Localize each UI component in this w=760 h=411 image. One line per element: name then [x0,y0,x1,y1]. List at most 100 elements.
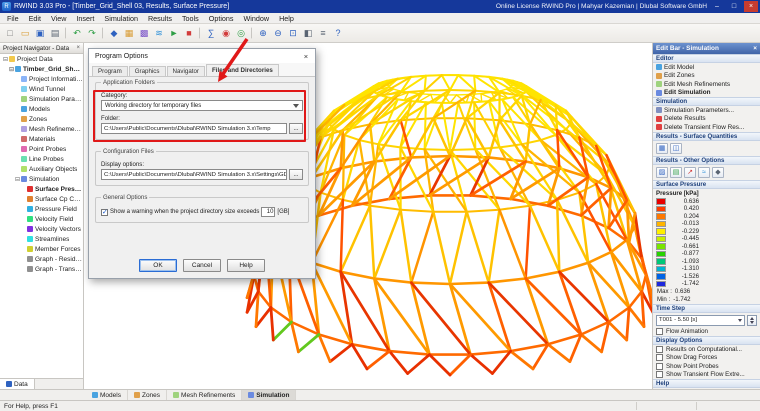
menu-item[interactable]: Results [143,14,177,23]
tree-item[interactable]: Mesh Refinements [0,124,83,134]
navigator-close-icon[interactable]: × [76,45,80,51]
tree-item[interactable]: Models [0,104,83,114]
menu-item[interactable]: Simulation [99,14,143,23]
warning-checkbox[interactable] [101,209,108,216]
display-option-row[interactable]: Show Point Probes [653,362,760,371]
bottom-tab[interactable]: Simulation [242,390,296,400]
edit-bar-item[interactable]: Edit Model [653,63,760,72]
results-tool-icon[interactable]: ◆ [712,167,724,178]
toolbar-icon[interactable]: ? [331,26,345,40]
menu-item[interactable]: Tools [177,14,204,23]
tree-item[interactable]: Materials [0,134,83,144]
toolbar-icon[interactable]: ≡ [316,26,330,40]
dialog-close-icon[interactable]: × [297,49,315,63]
edit-bar-item[interactable]: Edit Zones [653,72,760,81]
help-button[interactable]: Help [227,259,265,272]
ok-button[interactable]: OK [139,259,177,272]
toolbar-icon[interactable]: ◉ [219,26,233,40]
display-option-row[interactable]: Show Drag Forces [653,354,760,363]
bottom-tab[interactable]: Zones [128,390,167,400]
minimize-button[interactable]: – [710,1,724,12]
toolbar-icon[interactable]: ⊕ [256,26,270,40]
display-options-browse-button[interactable]: ... [289,169,303,180]
display-option-row[interactable]: Show Transient Flow Extre... [653,371,760,380]
simulation-item[interactable]: Delete Results [653,115,760,124]
toolbar-icon[interactable]: ⊡ [286,26,300,40]
tree-item[interactable]: Pressure Field [0,204,83,214]
toolbar-icon[interactable]: ◎ [234,26,248,40]
menu-item[interactable]: Options [204,14,239,23]
tree-item[interactable]: Zones [0,114,83,124]
tree-item[interactable]: Wind Tunnel [0,84,83,94]
dialog-tab[interactable]: Program [92,66,128,76]
tree-item[interactable]: Surface Pressure [0,184,83,194]
results-tool-icon[interactable]: ▦ [656,143,668,154]
warning-size-input[interactable]: 10 [261,207,275,217]
toolbar-icon[interactable]: ▣ [33,26,47,40]
tree-item[interactable]: Member Forces [0,244,83,254]
tab-data[interactable]: Data [0,379,35,389]
toolbar-icon[interactable]: ∑ [204,26,218,40]
dialog-tab[interactable]: Files and Directories [206,64,279,76]
bottom-tab[interactable]: Mesh Refinements [167,390,242,400]
display-options-input[interactable]: C:\Users\Public\Documents\Dlubal\RWIND S… [101,169,287,180]
tree-item[interactable]: ⊟ Project Data [0,54,83,64]
toolbar-icon[interactable]: □ [3,26,17,40]
toolbar-icon[interactable]: ↶ [70,26,84,40]
toolbar-icon[interactable] [199,27,201,39]
category-select[interactable]: Working directory for temporary files [101,100,303,111]
tree-item[interactable]: Graph - Residuals [0,254,83,264]
results-tool-icon[interactable]: ◫ [670,143,682,154]
tree-item[interactable]: Line Probes [0,154,83,164]
toolbar-icon[interactable]: ◧ [301,26,315,40]
toolbar-icon[interactable] [251,27,253,39]
bottom-tab[interactable]: Models [86,390,128,400]
display-option-checkbox[interactable] [656,354,663,361]
dialog-tab[interactable]: Navigator [167,66,205,76]
maximize-button[interactable]: □ [727,1,741,12]
tree-expander-icon[interactable]: ⊟ [8,66,15,73]
tree-item[interactable]: Graph - Transient Flow [0,264,83,274]
flow-animation-row[interactable]: Flow Animation [653,328,760,337]
tree-expander-icon[interactable]: ⊟ [2,56,9,63]
menu-item[interactable]: View [46,14,71,23]
tree-item[interactable]: ⊟ Simulation [0,174,83,184]
edit-bar-item[interactable]: Edit Simulation [653,89,760,98]
toolbar-icon[interactable]: ↷ [85,26,99,40]
toolbar-icon[interactable]: ⊖ [271,26,285,40]
results-tool-icon[interactable]: ≈ [698,167,710,178]
menu-item[interactable]: Help [274,14,299,23]
time-step-stepper[interactable] [747,315,757,326]
toolbar-icon[interactable] [102,27,104,39]
simulation-item[interactable]: Delete Transient Flow Res... [653,123,760,132]
dialog-tab[interactable]: Graphics [129,66,166,76]
display-option-checkbox[interactable] [656,363,663,370]
tree-item[interactable]: Point Probes [0,144,83,154]
toolbar-icon[interactable]: ▤ [48,26,62,40]
tree-item[interactable]: Simulation Parameters [0,94,83,104]
flow-animation-checkbox[interactable] [656,328,663,335]
tree-item[interactable]: Auxiliary Objects [0,164,83,174]
edit-bar-close-icon[interactable]: × [753,45,757,52]
folder-browse-button[interactable]: ... [289,123,303,134]
tree-item[interactable]: Project Information [0,74,83,84]
edit-bar-item[interactable]: Edit Mesh Refinements [653,80,760,89]
toolbar-icon[interactable]: ■ [182,26,196,40]
simulation-item[interactable]: Simulation Parameters... [653,106,760,115]
time-step-select[interactable]: T001 - 5.50 [s] [656,315,745,326]
tree-item[interactable]: Surface Cp Coefficient [0,194,83,204]
menu-item[interactable]: File [2,14,24,23]
toolbar-icon[interactable]: ≋ [152,26,166,40]
display-option-row[interactable]: Results on Computational... [653,345,760,354]
menu-item[interactable]: Window [239,14,275,23]
toolbar-icon[interactable] [65,27,67,39]
display-option-checkbox[interactable] [656,346,663,353]
dialog-title-bar[interactable]: Program Options × [89,49,315,63]
toolbar-icon[interactable]: ▦ [122,26,136,40]
cancel-button[interactable]: Cancel [183,259,221,272]
toolbar-icon[interactable]: ◆ [107,26,121,40]
folder-input[interactable]: C:\Users\Public\Documents\Dlubal\RWIND S… [101,123,287,134]
menu-item[interactable]: Edit [24,14,46,23]
tree-expander-icon[interactable]: ⊟ [14,176,21,183]
tree-item[interactable]: Velocity Field [0,214,83,224]
